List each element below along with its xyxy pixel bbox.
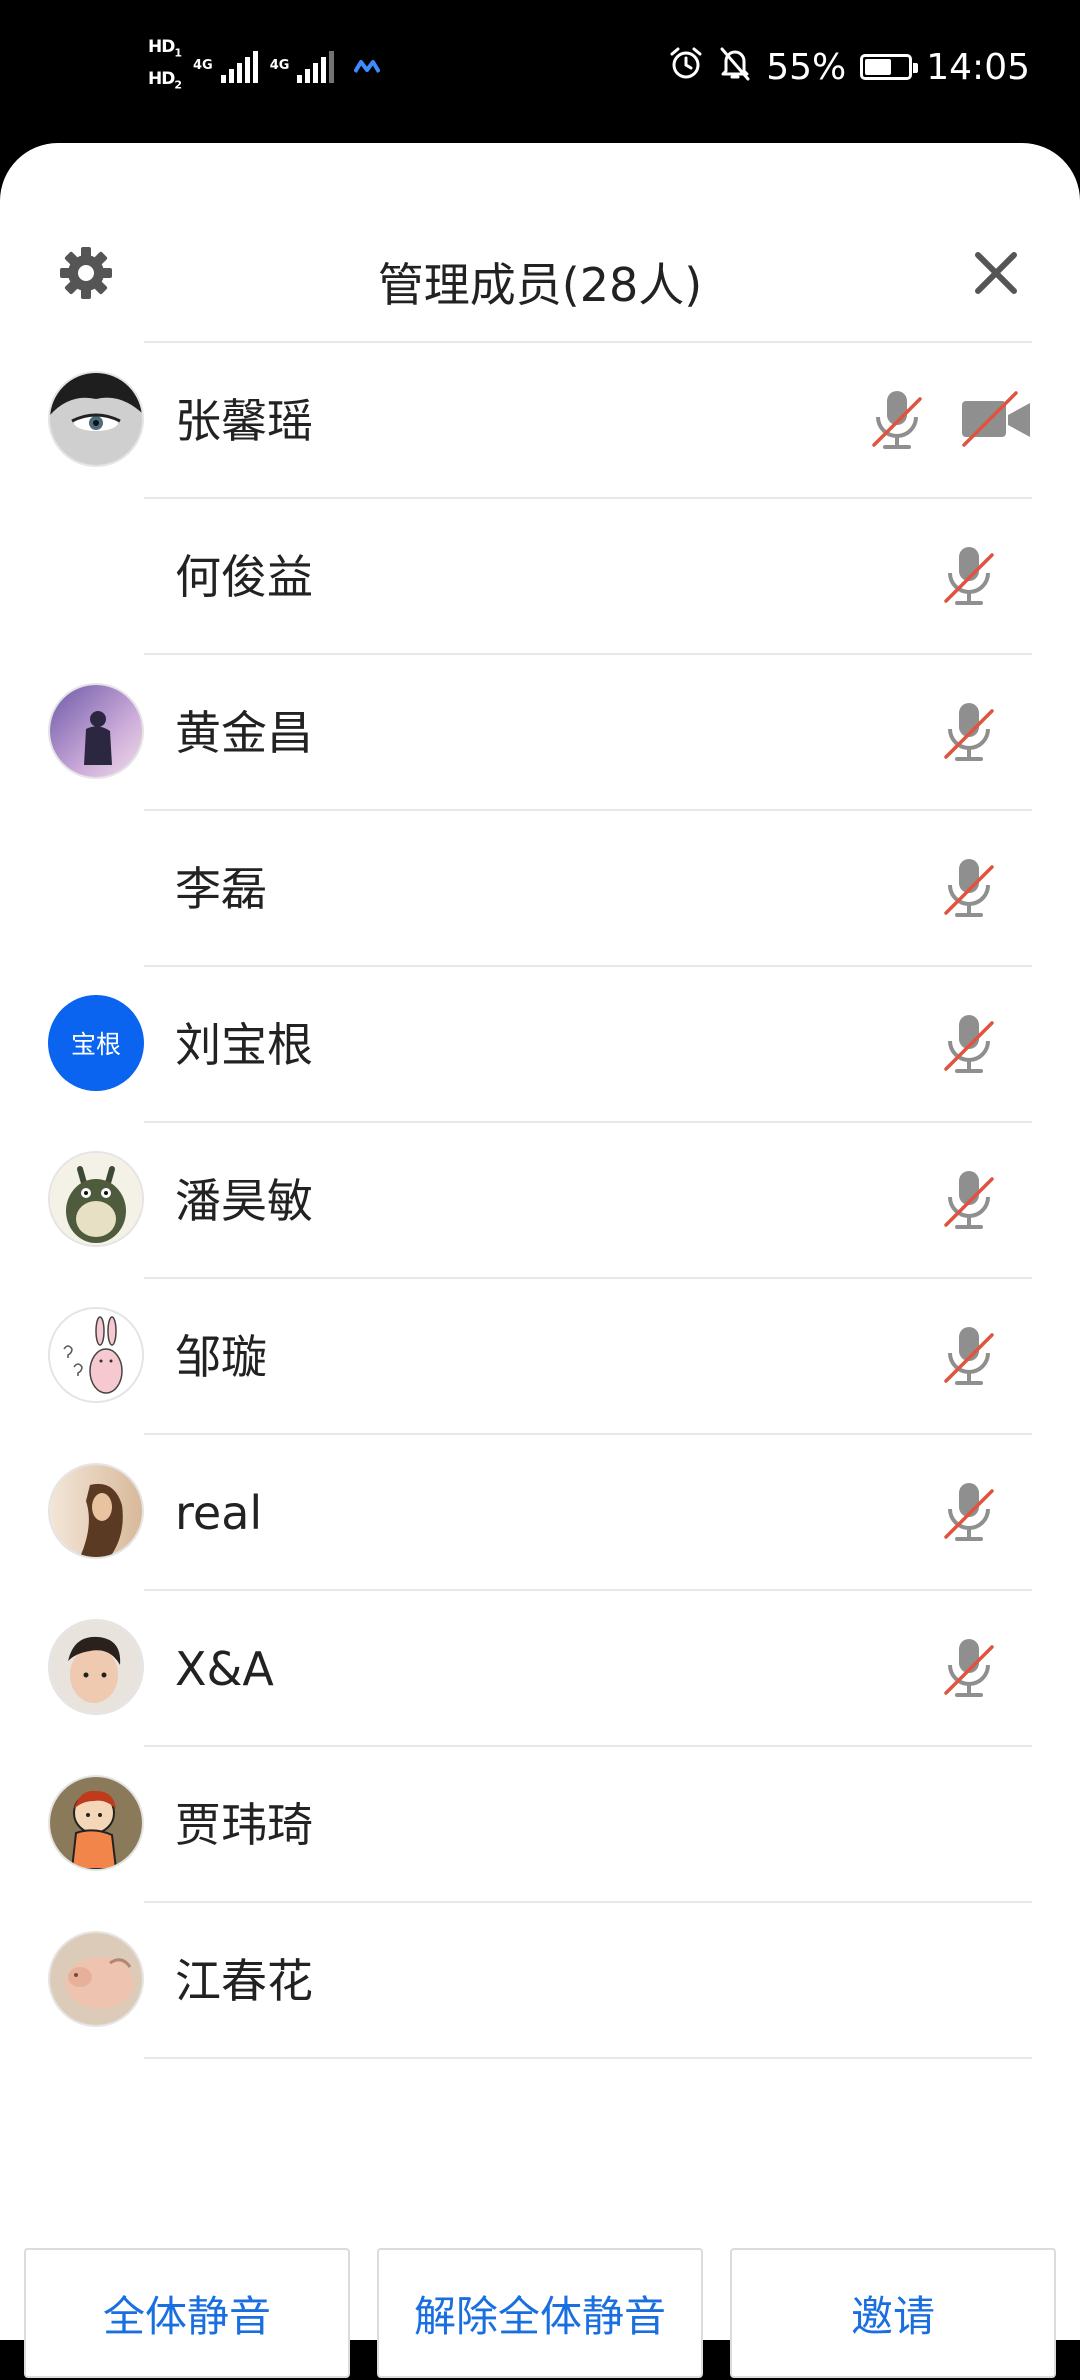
mic-muted-icon[interactable]: [862, 385, 932, 455]
network-type-1: 4G: [193, 58, 213, 73]
divider: [144, 1901, 1032, 1903]
battery-percent: 55%: [766, 46, 847, 88]
mic-muted-icon[interactable]: [934, 1165, 1004, 1235]
avatar: [48, 1307, 144, 1403]
status-bar: HD1 HD2 4G 4G 55% 14:05: [0, 0, 1080, 140]
avatar: [48, 371, 144, 467]
member-row[interactable]: 邹璇: [0, 1277, 1080, 1433]
member-name: 黄金昌: [175, 706, 313, 760]
member-row[interactable]: 江春花: [0, 1901, 1080, 2057]
bell-off-icon: [718, 45, 752, 90]
avatar: [48, 1619, 144, 1715]
network-type-2: 4G: [269, 58, 290, 73]
member-name: 邹璇: [175, 1330, 267, 1384]
status-left: HD1 HD2 4G 4G: [148, 36, 382, 97]
divider: [144, 341, 1032, 343]
status-right: 55% 14:05: [668, 38, 1030, 96]
hd1-badge: HD1: [148, 36, 182, 59]
divider: [144, 965, 1032, 967]
member-row[interactable]: 贾玮琦: [0, 1745, 1080, 1901]
divider: [144, 1589, 1032, 1591]
alarm-icon: [668, 45, 704, 90]
mic-muted-icon[interactable]: [934, 1477, 1004, 1547]
divider: [144, 2057, 1032, 2059]
member-name: real: [175, 1486, 263, 1540]
member-name: X&A: [175, 1642, 274, 1696]
invite-button[interactable]: 邀请: [730, 2248, 1056, 2378]
mic-muted-icon[interactable]: [934, 1009, 1004, 1079]
clock: 14:05: [926, 46, 1030, 88]
member-name: 张馨瑶: [175, 394, 313, 448]
signal-icon-2: [297, 49, 335, 83]
member-name: 刘宝根: [175, 1018, 313, 1072]
avatar: [48, 1931, 144, 2027]
member-row[interactable]: 张馨瑶: [0, 341, 1080, 497]
divider: [144, 1121, 1032, 1123]
sheet-header: 管理成员(28人): [0, 223, 1080, 325]
avatar: 宝根: [48, 995, 144, 1091]
hd-indicators: HD1 HD2: [148, 36, 182, 97]
list-end: [0, 2057, 1080, 2059]
close-icon[interactable]: [966, 243, 1026, 303]
action-bar: 全体静音 解除全体静音 邀请: [0, 2248, 1080, 2380]
divider: [144, 497, 1032, 499]
hd2-badge: HD2: [148, 69, 182, 92]
mic-muted-icon[interactable]: [934, 541, 1004, 611]
mic-muted-icon[interactable]: [934, 853, 1004, 923]
mute-all-button[interactable]: 全体静音: [24, 2248, 350, 2378]
unmute-all-button[interactable]: 解除全体静音: [377, 2248, 703, 2378]
battery-icon: [860, 54, 919, 80]
divider: [144, 653, 1032, 655]
divider: [144, 809, 1032, 811]
member-row[interactable]: 黄金昌: [0, 653, 1080, 809]
member-row[interactable]: 李磊: [0, 809, 1080, 965]
divider: [144, 1433, 1032, 1435]
member-name: 江春花: [175, 1954, 313, 2008]
member-row[interactable]: X&A: [0, 1589, 1080, 1745]
member-row[interactable]: real: [0, 1433, 1080, 1589]
member-sheet: 管理成员(28人) 张馨瑶 何俊益 黄金昌 李磊 宝根 刘宝根 潘昊敏 邹璇 r…: [0, 143, 1080, 2378]
member-name: 潘昊敏: [175, 1174, 313, 1228]
member-list: 张馨瑶 何俊益 黄金昌 李磊 宝根 刘宝根 潘昊敏 邹璇 real X&A 贾玮…: [0, 341, 1080, 2059]
divider: [144, 1277, 1032, 1279]
mic-muted-icon[interactable]: [934, 697, 1004, 767]
member-name: 李磊: [175, 862, 267, 916]
app-notification-icon: [353, 52, 382, 80]
camera-off-icon[interactable]: [960, 389, 1032, 451]
mic-muted-icon[interactable]: [934, 1321, 1004, 1391]
divider: [144, 1745, 1032, 1747]
member-row[interactable]: 潘昊敏: [0, 1121, 1080, 1277]
mic-muted-icon[interactable]: [934, 1633, 1004, 1703]
member-row[interactable]: 何俊益: [0, 497, 1080, 653]
signal-icon-1: [220, 49, 258, 83]
avatar: [48, 1775, 144, 1871]
avatar: [48, 683, 144, 779]
battery-level-fill: [865, 59, 891, 75]
member-row[interactable]: 宝根 刘宝根: [0, 965, 1080, 1121]
page-title: 管理成员(28人): [377, 258, 703, 312]
member-name: 何俊益: [175, 550, 313, 604]
avatar: [48, 1151, 144, 1247]
member-name: 贾玮琦: [175, 1798, 313, 1852]
avatar: [48, 1463, 144, 1559]
